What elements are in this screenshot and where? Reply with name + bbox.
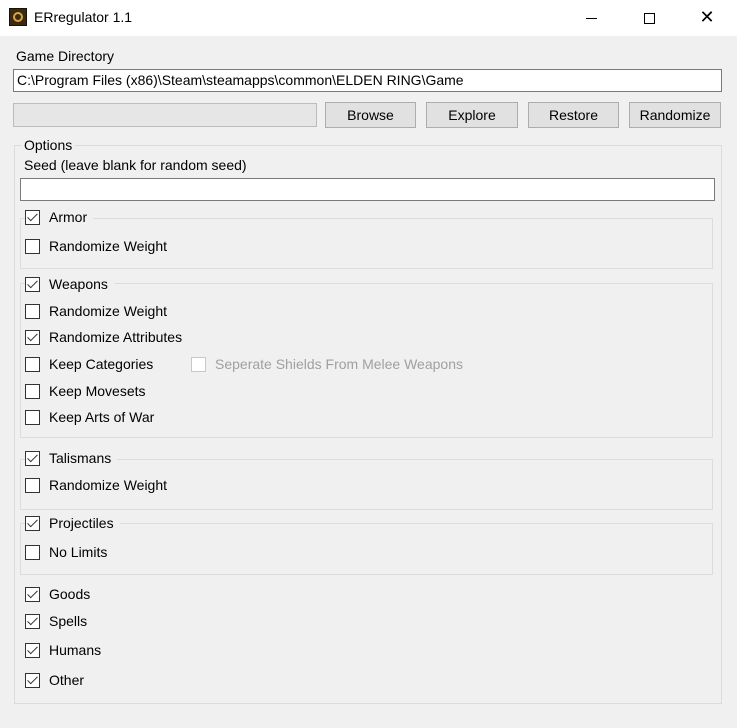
weapons-randomize-attributes-checkbox[interactable]: Randomize Attributes <box>25 328 182 346</box>
no-limits-label: No Limits <box>49 544 108 560</box>
armor-randomize-weight-label: Randomize Weight <box>49 238 168 254</box>
title-bar: ERregulator 1.1 ✕ <box>0 0 737 36</box>
checkbox-box <box>25 477 40 493</box>
checkbox-box <box>25 209 40 225</box>
other-label: Other <box>49 672 85 688</box>
checkbox-box <box>25 238 40 254</box>
close-button[interactable]: ✕ <box>684 0 730 36</box>
keep-categories-label: Keep Categories <box>49 356 154 372</box>
progress-bar <box>13 103 317 127</box>
maximize-button[interactable] <box>626 0 672 36</box>
keep-movesets-checkbox[interactable]: Keep Movesets <box>25 382 146 400</box>
projectiles-group <box>20 523 713 575</box>
options-legend: Options <box>21 137 76 153</box>
checkbox-box <box>25 672 40 688</box>
other-checkbox[interactable]: Other <box>25 671 84 689</box>
humans-label: Humans <box>49 642 102 658</box>
talismans-randomize-weight-checkbox[interactable]: Randomize Weight <box>25 476 167 494</box>
checkbox-box <box>25 329 40 345</box>
app-icon <box>9 8 27 26</box>
separate-shields-checkbox: Seperate Shields From Melee Weapons <box>191 355 463 373</box>
keep-arts-of-war-label: Keep Arts of War <box>49 409 155 425</box>
maximize-icon <box>643 12 655 24</box>
keep-categories-checkbox[interactable]: Keep Categories <box>25 355 153 373</box>
talismans-randomize-weight-label: Randomize Weight <box>49 477 168 493</box>
armor-label: Armor <box>49 209 88 225</box>
goods-checkbox[interactable]: Goods <box>25 585 90 603</box>
close-icon: ✕ <box>699 7 715 28</box>
checkbox-box <box>25 450 40 466</box>
weapons-randomize-weight-label: Randomize Weight <box>49 303 168 319</box>
talismans-label: Talismans <box>49 450 112 466</box>
keep-arts-of-war-checkbox[interactable]: Keep Arts of War <box>25 408 154 426</box>
humans-checkbox[interactable]: Humans <box>25 641 101 659</box>
weapons-randomize-weight-checkbox[interactable]: Randomize Weight <box>25 302 167 320</box>
checkbox-box <box>25 544 40 560</box>
talismans-checkbox[interactable]: Talismans <box>25 449 118 467</box>
window-title: ERregulator 1.1 <box>34 9 133 25</box>
checkbox-box <box>25 356 40 372</box>
game-directory-input[interactable]: C:\Program Files (x86)\Steam\steamapps\c… <box>13 69 722 92</box>
projectiles-checkbox[interactable]: Projectiles <box>25 514 120 532</box>
armor-checkbox[interactable]: Armor <box>25 208 94 226</box>
weapons-checkbox[interactable]: Weapons <box>25 275 114 293</box>
checkbox-box <box>191 356 206 372</box>
goods-label: Goods <box>49 586 91 602</box>
spells-checkbox[interactable]: Spells <box>25 612 87 630</box>
minimize-icon <box>585 17 597 19</box>
minimize-button[interactable] <box>568 0 614 36</box>
separate-shields-label: Seperate Shields From Melee Weapons <box>215 356 463 372</box>
checkbox-box <box>25 515 40 531</box>
checkbox-box <box>25 303 40 319</box>
checkbox-box <box>25 642 40 658</box>
seed-label: Seed (leave blank for random seed) <box>24 157 247 173</box>
checkbox-box <box>25 383 40 399</box>
explore-button[interactable]: Explore <box>426 102 518 128</box>
checkbox-box <box>25 409 40 425</box>
no-limits-checkbox[interactable]: No Limits <box>25 543 107 561</box>
browse-button[interactable]: Browse <box>325 102 416 128</box>
checkbox-box <box>25 276 40 292</box>
projectiles-label: Projectiles <box>49 515 114 531</box>
game-directory-label: Game Directory <box>16 48 115 64</box>
seed-input[interactable] <box>20 178 715 201</box>
randomize-button[interactable]: Randomize <box>629 102 721 128</box>
armor-randomize-weight-checkbox[interactable]: Randomize Weight <box>25 237 167 255</box>
checkbox-box <box>25 586 40 602</box>
keep-movesets-label: Keep Movesets <box>49 383 146 399</box>
spells-label: Spells <box>49 613 88 629</box>
weapons-randomize-attributes-label: Randomize Attributes <box>49 329 183 345</box>
checkbox-box <box>25 613 40 629</box>
weapons-label: Weapons <box>49 276 108 292</box>
restore-button[interactable]: Restore <box>528 102 619 128</box>
